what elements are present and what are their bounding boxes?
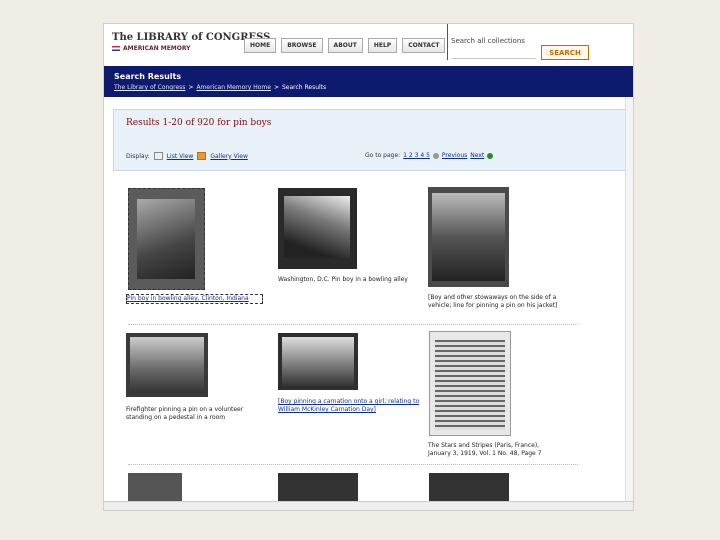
result-thumbnail[interactable] (278, 188, 357, 269)
next-arrow-icon[interactable] (487, 152, 494, 159)
display-label: Display: (126, 152, 150, 160)
breadcrumb-loc-link[interactable]: The Library of Congress (114, 84, 185, 91)
title-banner: Search Results The Library of Congress >… (104, 66, 633, 97)
page-links[interactable]: 1 2 3 4 5 (403, 152, 430, 159)
list-view-icon[interactable] (153, 152, 163, 160)
results-count-title: Results 1-20 of 920 for pin boys (126, 118, 272, 128)
row-divider (128, 324, 578, 326)
list-view-link[interactable]: List View (167, 153, 194, 160)
search-button[interactable]: SEARCH (541, 45, 589, 60)
gallery-view-link[interactable]: Gallery View (210, 153, 248, 160)
breadcrumb-am-home-link[interactable]: American Memory Home (196, 84, 271, 91)
breadcrumb: The Library of Congress > American Memor… (114, 84, 326, 91)
breadcrumb-separator: > (273, 84, 279, 91)
page-title: Search Results (114, 72, 182, 81)
browser-window: The LIBRARY of CONGRESS AMERICAN MEMORY … (103, 23, 634, 511)
breadcrumb-separator: > (188, 84, 194, 91)
result-thumbnail[interactable] (429, 331, 511, 436)
previous-link[interactable]: Previous (442, 152, 467, 159)
logo-subtitle: AMERICAN MEMORY (123, 45, 191, 52)
goto-page-label: Go to page: (365, 152, 401, 159)
horizontal-scrollbar[interactable] (104, 501, 633, 510)
result-thumbnail[interactable] (126, 333, 208, 397)
result-caption-link[interactable]: [Boy pinning a carnation onto a girl; re… (278, 398, 423, 414)
breadcrumb-current: Search Results (281, 84, 327, 91)
result-thumbnail[interactable] (429, 473, 509, 503)
pagination: Go to page: 1 2 3 4 5 Previous Next (365, 152, 494, 159)
result-caption[interactable]: [Boy and other stowaways on the side of … (428, 294, 558, 310)
result-thumbnail[interactable] (128, 473, 182, 503)
nav-home-button[interactable]: HOME (244, 38, 277, 53)
results-panel: Results 1-20 of 920 for pin boys Display… (113, 109, 633, 171)
search-input[interactable] (451, 46, 536, 59)
nav-browse-button[interactable]: BROWSE (281, 38, 323, 53)
site-header: The LIBRARY of CONGRESS AMERICAN MEMORY … (104, 24, 633, 66)
result-thumbnail[interactable] (128, 188, 205, 290)
result-thumbnail[interactable] (428, 187, 509, 287)
result-caption-link[interactable]: Pin boy in bowling alley, Clinton, India… (126, 294, 263, 304)
next-link[interactable]: Next (470, 152, 484, 159)
nav-about-button[interactable]: ABOUT (327, 38, 363, 53)
previous-arrow-icon[interactable] (432, 152, 439, 159)
nav-help-button[interactable]: HELP (367, 38, 398, 53)
search-divider (447, 24, 448, 60)
row-divider (128, 464, 578, 466)
flag-icon (112, 46, 120, 51)
gallery-view-icon[interactable] (197, 152, 207, 160)
result-caption[interactable]: The Stars and Stripes (Paris, France), J… (428, 442, 563, 458)
result-thumbnail[interactable] (278, 333, 358, 390)
vertical-scrollbar[interactable] (625, 97, 633, 502)
result-caption[interactable]: Washington, D.C. Pin boy in a bowling al… (278, 276, 408, 284)
search-label: Search all collections (451, 37, 525, 45)
display-controls: Display: List View Gallery View (126, 152, 248, 160)
nav-contact-button[interactable]: CONTACT (402, 38, 446, 53)
main-nav: HOME BROWSE ABOUT HELP CONTACT (244, 38, 446, 53)
result-caption[interactable]: Firefighter pinning a pin on a volunteer… (126, 406, 261, 422)
result-thumbnail[interactable] (278, 473, 358, 503)
